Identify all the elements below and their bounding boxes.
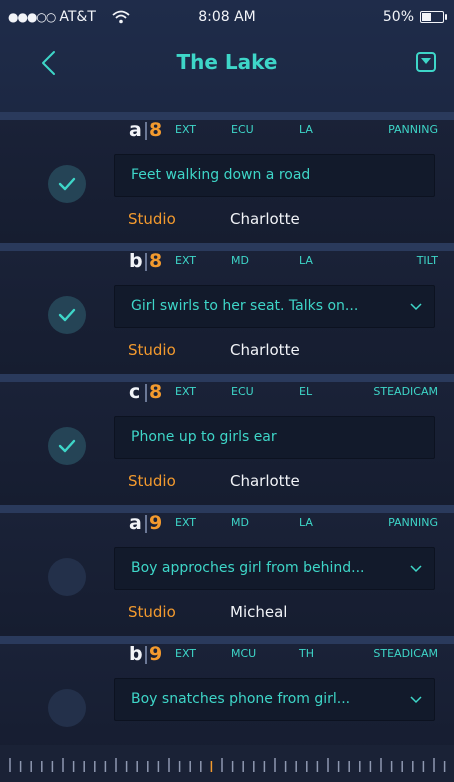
tag-location-type: EXT (175, 123, 197, 136)
scene-number: 8 (149, 119, 163, 141)
shot-description: Phone up to girls ear (131, 429, 277, 445)
header-divider (145, 515, 147, 533)
shot-description-field[interactable]: Boy snatches phone from girl... (114, 678, 435, 721)
shot-location: Studio (128, 603, 176, 621)
shot-description: Feet walking down a road (131, 167, 311, 183)
shot-meta: Studio Micheal (128, 603, 287, 621)
shot-card: a 8 EXT ECU LA PANNING Feet walking down… (0, 112, 454, 243)
shot-person: Charlotte (230, 341, 300, 359)
shot-checkbox[interactable] (48, 296, 86, 334)
tag-shot-size: ECU (231, 385, 254, 398)
tag-movement: PANNING (388, 123, 438, 136)
shot-description-field[interactable]: Girl swirls to her seat. Talks on... (114, 285, 435, 328)
shot-location: Studio (128, 472, 176, 490)
shot-description: Boy approches girl from behind... (131, 560, 365, 576)
shot-header: a 9 EXT MD LA PANNING (129, 511, 438, 534)
shot-letter: a (129, 512, 142, 534)
tag-angle: LA (299, 123, 313, 136)
shot-checkbox[interactable] (48, 165, 86, 203)
tag-angle: LA (299, 254, 313, 267)
tag-location-type: EXT (175, 385, 197, 398)
shot-header: a 8 EXT ECU LA PANNING (129, 118, 438, 141)
checkmark-icon (58, 439, 76, 453)
tag-angle: TH (299, 647, 314, 660)
battery-fill (422, 13, 431, 21)
header-divider (145, 384, 147, 402)
tag-angle: EL (299, 385, 313, 398)
shot-letter: b (129, 643, 143, 665)
dropdown-box-icon (421, 58, 431, 64)
tag-movement: STEADICAM (373, 647, 438, 660)
tag-movement: STEADICAM (373, 385, 438, 398)
shot-card: c 8 EXT ECU EL STEADICAM Phone up to gir… (0, 374, 454, 505)
tag-shot-size: MD (231, 254, 249, 267)
shot-letter: a (129, 119, 142, 141)
shot-letter: b (129, 250, 143, 272)
tag-movement: TILT (416, 254, 438, 267)
shot-meta: Studio Charlotte (128, 472, 300, 490)
shot-letter: c (129, 381, 141, 403)
scene-number: 8 (149, 381, 163, 403)
ruler-ticks (9, 758, 446, 772)
shot-header: b 9 EXT MCU TH STEADICAM (129, 642, 438, 665)
tag-angle: LA (299, 516, 313, 529)
shot-header: c 8 EXT ECU EL STEADICAM (129, 380, 438, 403)
shot-card: b 8 EXT MD LA TILT Girl swirls to her se… (0, 243, 454, 374)
checkmark-icon (58, 308, 76, 322)
timeline-ruler[interactable] (0, 745, 454, 782)
tag-shot-size: ECU (231, 123, 254, 136)
shot-checkbox[interactable] (48, 689, 86, 727)
tag-movement: PANNING (388, 516, 438, 529)
tag-location-type: EXT (175, 647, 197, 660)
nav-bar: The Lake (0, 34, 454, 94)
scene-number: 9 (149, 512, 163, 534)
tag-location-type: EXT (175, 254, 197, 267)
header-divider (145, 253, 147, 271)
shot-person: Charlotte (230, 472, 300, 490)
shot-description-field[interactable]: Phone up to girls ear (114, 416, 435, 459)
shot-checkbox[interactable] (48, 427, 86, 465)
scene-number: 8 (149, 250, 163, 272)
page-title: The Lake (176, 50, 278, 74)
shot-list: a 8 EXT ECU LA PANNING Feet walking down… (0, 112, 454, 767)
battery-percent: 50% (382, 9, 414, 25)
header-divider (145, 122, 147, 140)
tag-shot-size: MCU (231, 647, 257, 660)
shot-description: Girl swirls to her seat. Talks on... (131, 298, 359, 314)
chevron-down-icon[interactable] (410, 565, 422, 573)
tag-location-type: EXT (175, 516, 197, 529)
shot-description: Boy snatches phone from girl... (131, 691, 351, 707)
shot-person: Micheal (230, 603, 288, 621)
shot-meta: Studio Charlotte (128, 341, 300, 359)
status-right: 50% (382, 9, 447, 25)
shot-description-field[interactable]: Boy approches girl from behind... (114, 547, 435, 590)
shot-description-field[interactable]: Feet walking down a road (114, 154, 435, 197)
shot-location: Studio (128, 341, 176, 359)
battery-icon (420, 11, 447, 23)
shot-checkbox[interactable] (48, 558, 86, 596)
tag-shot-size: MD (231, 516, 249, 529)
status-bar: ●●●○○ AT&T 8:08 AM 50% (0, 0, 454, 34)
shot-location: Studio (128, 210, 176, 228)
chevron-down-icon[interactable] (410, 696, 422, 704)
scene-number: 9 (149, 643, 163, 665)
header-divider (145, 646, 147, 664)
dropdown-menu-button[interactable] (416, 52, 436, 72)
chevron-down-icon[interactable] (410, 303, 422, 311)
shot-card: a 9 EXT MD LA PANNING Boy approches girl… (0, 505, 454, 636)
shot-meta: Studio Charlotte (128, 210, 300, 228)
shot-person: Charlotte (230, 210, 300, 228)
shot-header: b 8 EXT MD LA TILT (129, 249, 438, 272)
checkmark-icon (58, 177, 76, 191)
